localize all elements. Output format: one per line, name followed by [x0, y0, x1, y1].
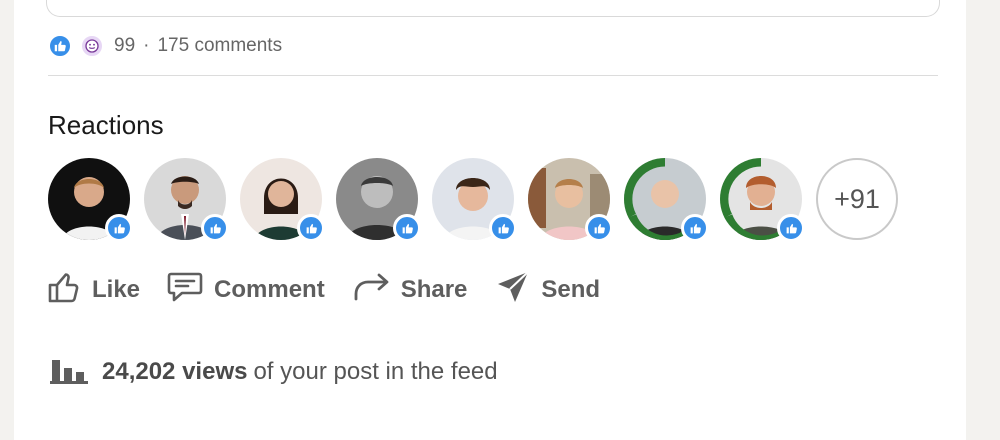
- post-analytics[interactable]: 24,202 views of your post in the feed: [50, 355, 498, 389]
- funny-reaction-icon: [80, 34, 104, 58]
- share-label: Share: [400, 276, 468, 303]
- like-label: Like: [92, 276, 141, 303]
- comment-label: Comment: [214, 276, 325, 303]
- like-badge-icon: [585, 214, 613, 242]
- reaction-count[interactable]: 99: [114, 35, 135, 57]
- share-arrow-icon: [353, 272, 391, 309]
- like-badge-icon: [489, 214, 517, 242]
- post-actions-bar: Like Comment Share Send: [46, 268, 600, 312]
- more-reactors-button[interactable]: +91: [816, 158, 898, 240]
- like-badge-icon: [105, 214, 133, 242]
- like-badge-icon: [393, 214, 421, 242]
- like-badge-icon: [297, 214, 325, 242]
- post-content-box: [46, 0, 940, 17]
- like-reaction-icon: [48, 34, 72, 58]
- reactions-heading: Reactions: [48, 110, 164, 140]
- social-counts[interactable]: 99 · 175 comments: [48, 32, 282, 60]
- comment-button[interactable]: Comment: [166, 270, 325, 311]
- divider: [48, 75, 938, 76]
- bar-chart-icon: [50, 354, 88, 391]
- like-badge-icon: [201, 214, 229, 242]
- like-badge-icon: [681, 214, 709, 242]
- views-description: of your post in the feed: [253, 358, 498, 385]
- send-button[interactable]: Send: [495, 269, 600, 312]
- thumbs-up-icon: [46, 269, 82, 312]
- comment-icon: [166, 270, 204, 311]
- views-count: 24,202 views: [102, 358, 248, 385]
- share-button[interactable]: Share: [353, 272, 468, 309]
- like-badge-icon: [777, 214, 805, 242]
- page-background-edge: [966, 0, 1000, 420]
- count-separator: ·: [143, 35, 150, 56]
- like-button[interactable]: Like: [46, 269, 140, 312]
- send-label: Send: [541, 276, 601, 303]
- send-icon: [495, 269, 531, 312]
- comments-count[interactable]: 175 comments: [157, 35, 282, 57]
